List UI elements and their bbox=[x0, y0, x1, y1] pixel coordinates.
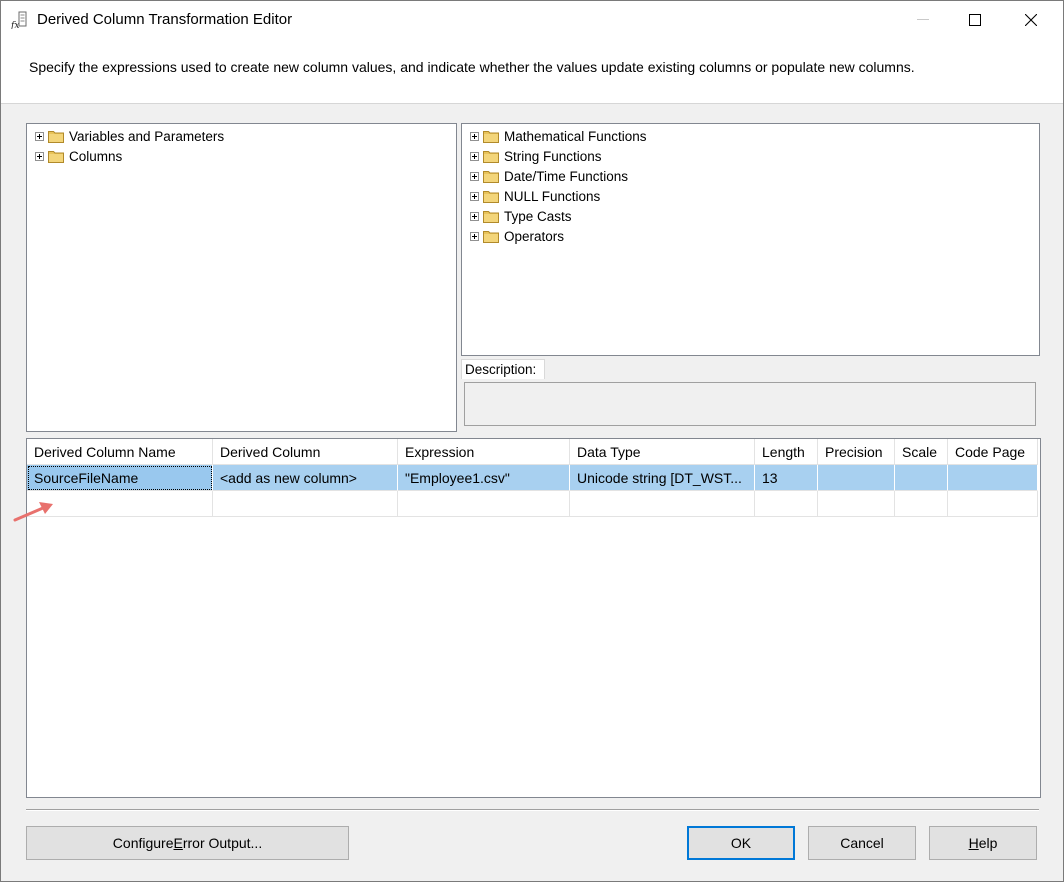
tree-item-label: Operators bbox=[504, 228, 565, 244]
tree-item-type-casts[interactable]: Type Casts bbox=[470, 206, 572, 226]
cell-code-page[interactable] bbox=[948, 465, 1038, 491]
expand-plus-icon[interactable] bbox=[470, 151, 479, 161]
folder-icon bbox=[483, 170, 499, 183]
expand-plus-icon[interactable] bbox=[35, 151, 44, 161]
title-bar[interactable]: fx Derived Column Transformation Editor bbox=[1, 1, 1063, 39]
cell-data-type[interactable]: Unicode string [DT_WST... bbox=[570, 465, 755, 491]
column-header-derived-column-name[interactable]: Derived Column Name bbox=[27, 439, 213, 465]
tree-item-null-functions[interactable]: NULL Functions bbox=[470, 186, 600, 206]
tree-item-label: Date/Time Functions bbox=[504, 168, 629, 184]
footer-separator bbox=[26, 809, 1039, 811]
folder-icon bbox=[483, 230, 499, 243]
cell-length[interactable]: 13 bbox=[755, 465, 818, 491]
maximize-icon bbox=[969, 14, 981, 26]
cell-derived-column[interactable]: <add as new column> bbox=[213, 465, 398, 491]
folder-icon bbox=[483, 130, 499, 143]
new-cell[interactable] bbox=[818, 491, 895, 517]
tree-item-variables-parameters[interactable]: Variables and Parameters bbox=[35, 126, 224, 146]
new-cell[interactable] bbox=[948, 491, 1038, 517]
tree-item-datetime-functions[interactable]: Date/Time Functions bbox=[470, 166, 628, 186]
configure-error-output-button[interactable]: Configure Error Output... bbox=[26, 826, 349, 860]
button-mnemonic: H bbox=[968, 835, 979, 851]
expand-plus-icon[interactable] bbox=[35, 131, 44, 141]
folder-icon bbox=[48, 150, 64, 163]
button-label: OK bbox=[730, 835, 752, 851]
cell-expression[interactable]: "Employee1.csv" bbox=[398, 465, 570, 491]
column-header-derived-column[interactable]: Derived Column bbox=[213, 439, 398, 465]
folder-icon bbox=[483, 150, 499, 163]
folder-icon bbox=[483, 190, 499, 203]
expand-plus-icon[interactable] bbox=[470, 131, 479, 141]
tree-item-mathematical-functions[interactable]: Mathematical Functions bbox=[470, 126, 647, 146]
derived-column-fx-icon: fx bbox=[10, 11, 27, 31]
button-label-part: Configure bbox=[112, 835, 174, 851]
new-cell[interactable] bbox=[755, 491, 818, 517]
folder-icon bbox=[483, 210, 499, 223]
grid-header-row: Derived Column Name Derived Column Expre… bbox=[27, 439, 1038, 465]
expand-plus-icon[interactable] bbox=[470, 171, 479, 181]
cell-scale[interactable] bbox=[895, 465, 948, 491]
close-button[interactable] bbox=[1005, 1, 1057, 39]
annotation-arrow-icon bbox=[13, 502, 53, 522]
folder-icon bbox=[48, 130, 64, 143]
new-cell[interactable] bbox=[895, 491, 948, 517]
column-header-scale[interactable]: Scale bbox=[895, 439, 948, 465]
tree-item-label: Mathematical Functions bbox=[504, 128, 647, 144]
button-label-part: elp bbox=[978, 835, 998, 851]
instruction-band: Specify the expressions used to create n… bbox=[1, 39, 1063, 104]
tree-item-columns[interactable]: Columns bbox=[35, 146, 122, 166]
tree-item-operators[interactable]: Operators bbox=[470, 226, 564, 246]
cell-derived-column-name[interactable]: SourceFileName bbox=[27, 465, 213, 491]
new-cell[interactable] bbox=[213, 491, 398, 517]
description-label: Description: bbox=[461, 359, 545, 379]
derived-column-editor-window: fx Derived Column Transformation Editor … bbox=[0, 0, 1064, 882]
variables-columns-tree[interactable]: Variables and Parameters Columns bbox=[26, 123, 457, 432]
tree-item-label: Type Casts bbox=[504, 208, 572, 224]
column-header-length[interactable]: Length bbox=[755, 439, 818, 465]
button-mnemonic: E bbox=[173, 835, 183, 851]
window-title: Derived Column Transformation Editor bbox=[37, 11, 293, 28]
svg-text:fx: fx bbox=[11, 21, 19, 29]
expand-plus-icon[interactable] bbox=[470, 191, 479, 201]
button-label-part: rror Output... bbox=[182, 835, 263, 851]
new-row[interactable] bbox=[27, 491, 1038, 517]
ok-button[interactable]: OK bbox=[687, 826, 795, 860]
maximize-button[interactable] bbox=[949, 1, 1001, 39]
description-box bbox=[464, 382, 1036, 426]
column-header-precision[interactable]: Precision bbox=[818, 439, 895, 465]
tree-item-label: String Functions bbox=[504, 148, 602, 164]
functions-tree[interactable]: Mathematical Functions String Functions … bbox=[461, 123, 1040, 356]
expand-plus-icon[interactable] bbox=[470, 211, 479, 221]
instruction-text: Specify the expressions used to create n… bbox=[29, 59, 915, 75]
new-cell[interactable] bbox=[398, 491, 570, 517]
help-button[interactable]: Help bbox=[929, 826, 1037, 860]
cancel-button[interactable]: Cancel bbox=[808, 826, 916, 860]
new-cell[interactable] bbox=[570, 491, 755, 517]
tree-item-string-functions[interactable]: String Functions bbox=[470, 146, 602, 166]
derived-columns-grid[interactable]: Derived Column Name Derived Column Expre… bbox=[26, 438, 1041, 798]
tree-item-label: Variables and Parameters bbox=[69, 128, 225, 144]
minimize-dash-icon bbox=[917, 19, 929, 20]
column-header-data-type[interactable]: Data Type bbox=[570, 439, 755, 465]
cell-precision[interactable] bbox=[818, 465, 895, 491]
expand-plus-icon[interactable] bbox=[470, 231, 479, 241]
table-row[interactable]: SourceFileName <add as new column> "Empl… bbox=[27, 465, 1038, 491]
tree-item-label: Columns bbox=[69, 148, 123, 164]
help-titlebar-button[interactable] bbox=[897, 1, 949, 39]
column-header-expression[interactable]: Expression bbox=[398, 439, 570, 465]
close-icon bbox=[1025, 14, 1037, 26]
button-label: Cancel bbox=[840, 835, 884, 851]
column-header-code-page[interactable]: Code Page bbox=[948, 439, 1038, 465]
tree-item-label: NULL Functions bbox=[504, 188, 601, 204]
